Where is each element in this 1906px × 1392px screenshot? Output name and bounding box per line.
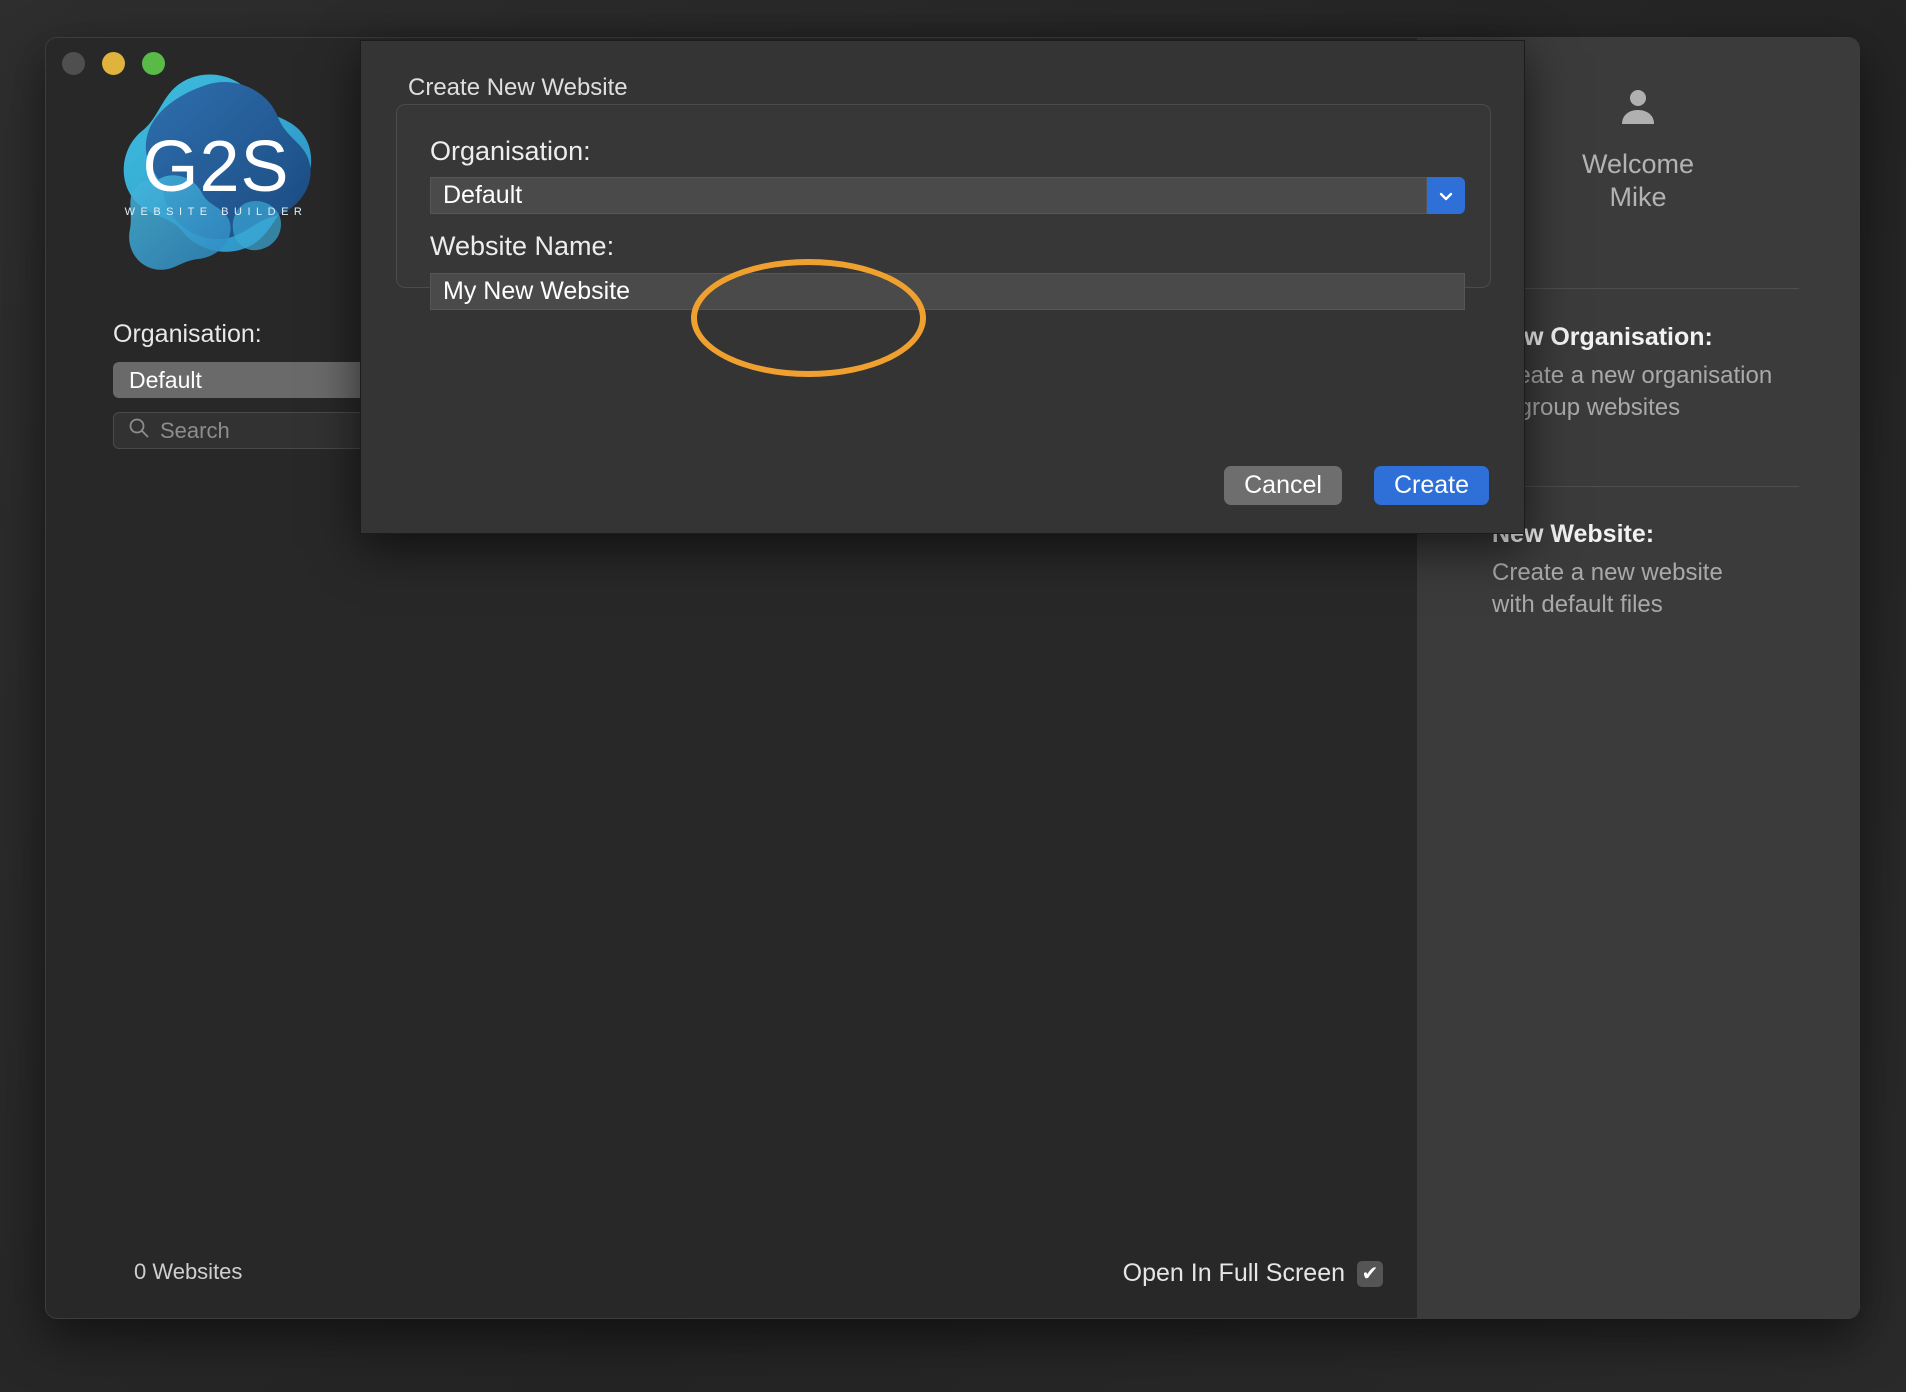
help-heading: New Website: — [1492, 520, 1655, 548]
dialog-title: Create New Website — [408, 74, 628, 101]
dialog-organisation-select[interactable]: Default — [430, 177, 1465, 214]
chevron-down-icon[interactable] — [1427, 177, 1465, 214]
create-button[interactable]: Create — [1373, 466, 1489, 505]
person-icon — [1618, 86, 1658, 131]
create-new-website-dialog: Create New Website Organisation: Default… — [360, 40, 1525, 534]
dialog-website-name-label: Website Name: — [430, 231, 615, 261]
fullscreen-checkbox[interactable]: ✔ — [1357, 1260, 1383, 1287]
help-section-new-organisation: New Organisation: Create a new organisat… — [1492, 323, 1829, 423]
search-placeholder: Search — [160, 417, 230, 443]
divider — [1477, 288, 1799, 289]
dialog-buttons: Cancel Create — [1224, 466, 1489, 505]
organisation-label: Organisation: — [113, 320, 262, 348]
dialog-website-name-field[interactable]: My New Website — [430, 273, 1465, 310]
help-section-new-website: New Website: Create a new website with d… — [1492, 520, 1829, 620]
dialog-organisation-label: Organisation: — [430, 136, 591, 166]
screen: G2S WEBSITE BUILDER Organisation: Defaul… — [0, 0, 1906, 1392]
close-button[interactable] — [62, 52, 85, 75]
search-icon — [128, 417, 150, 444]
svg-text:WEBSITE BUILDER: WEBSITE BUILDER — [125, 206, 308, 218]
svg-text:G2S: G2S — [142, 127, 289, 207]
help-body-line-1: Create a new organisation — [1492, 362, 1773, 389]
help-body-line-2: with default files — [1492, 590, 1663, 618]
help-body-line-1: Create a new website — [1492, 559, 1723, 586]
cancel-button[interactable]: Cancel — [1224, 466, 1342, 505]
fullscreen-label: Open In Full Screen — [1122, 1259, 1345, 1287]
websites-count: 0 Websites — [134, 1259, 243, 1284]
organisation-selected-value: Default — [129, 366, 202, 393]
checkmark-icon: ✔ — [1361, 1262, 1379, 1285]
dialog-form-group: Organisation: Default Website Name: My N… — [396, 104, 1491, 310]
dialog-organisation-value[interactable]: Default — [430, 177, 1427, 214]
dialog-website-name-value[interactable]: My New Website — [430, 273, 1465, 310]
fullscreen-toggle-row[interactable]: Open In Full Screen ✔ — [1123, 1259, 1383, 1288]
help-heading: New Organisation: — [1492, 323, 1713, 351]
help-body-line-2: to group websites — [1492, 393, 1681, 421]
g2s-logo: G2S WEBSITE BUILDER — [96, 63, 336, 278]
divider — [1477, 486, 1799, 487]
